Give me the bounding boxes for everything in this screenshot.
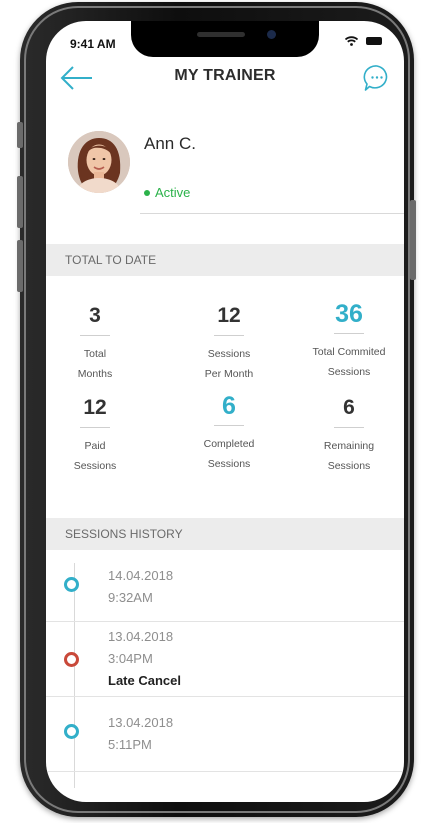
trainer-name: Ann C. [144,134,196,153]
section-header-history: SESSIONS HISTORY [46,518,404,550]
stat-underline [334,333,364,334]
stat-remaining-sessions: 6 Remaining Sessions [294,395,404,476]
status-time: 9:41 AM [70,37,116,51]
power-button [410,200,416,280]
stat-completed-sessions: 6 Completed Sessions [174,393,284,474]
stat-label-line1: Total [83,348,107,360]
wifi-icon [345,36,358,46]
stat-label-line1: Completed [203,438,255,450]
stat-label-line1: Total Commited [312,346,386,358]
stat-label-line2: Months [77,368,113,380]
status-badge: Active [144,185,190,200]
notch [131,21,319,57]
stat-value: 12 [217,304,241,327]
stat-value: 6 [343,396,355,419]
stat-label-line2: Sessions [73,460,117,472]
stat-underline [214,425,244,426]
trainer-profile[interactable]: Ann C. Active [46,121,404,219]
chat-bubble-icon[interactable] [362,63,392,93]
stat-underline [80,427,110,428]
stat-underline [334,427,364,428]
stat-value: 3 [89,304,101,327]
status-icons [345,36,382,46]
session-status-circle-icon [64,652,79,667]
session-row[interactable]: 14.04.2018 9:32AM [46,550,404,622]
mute-switch [17,122,23,148]
session-time: 3:04PM [108,651,153,666]
stat-value: 12 [83,396,107,419]
phone-screen: 9:41 AM MY TRAINER Ann C. Active TOTAL T… [46,21,404,802]
session-note: Late Cancel [108,673,181,688]
stat-underline [214,335,244,336]
front-camera [267,30,276,39]
stat-value: 36 [335,300,363,328]
active-dot-icon [144,189,150,196]
session-status-circle-icon [64,577,79,592]
session-time: 5:11PM [108,737,152,752]
stat-underline [80,335,110,336]
session-row[interactable]: 13.04.2018 5:11PM [46,697,404,771]
stat-label-line1: Remaining [323,440,375,452]
page-title: MY TRAINER [174,67,276,84]
volume-down-button [17,240,23,292]
stat-label-line2: Sessions [207,458,251,470]
stat-paid-sessions: 12 Paid Sessions [46,395,150,476]
stat-label-line2: Per Month [204,368,254,380]
stat-label-line2: Sessions [327,460,371,472]
stat-label-line1: Sessions [207,348,251,360]
session-row[interactable]: 13.04.2018 3:04PM Late Cancel [46,622,404,696]
battery-icon [366,37,382,45]
stat-total-commited-sessions: 36 Total Commited Sessions [294,301,404,382]
profile-divider [140,213,404,214]
stat-label-line2: Sessions [327,366,371,378]
speaker [197,32,245,37]
stat-total-months: 3 Total Months [46,303,150,384]
stat-value: 6 [222,392,236,420]
nav-bar: MY TRAINER [46,61,404,97]
session-status-circle-icon [64,724,79,739]
status-text: Active [155,185,191,200]
avatar [68,131,130,193]
section-header-totals: TOTAL TO DATE [46,244,404,276]
row-divider [46,771,404,772]
session-time: 9:32AM [108,590,153,605]
session-date: 13.04.2018 [108,715,174,730]
session-date: 13.04.2018 [108,629,174,644]
avatar-portrait-icon [68,131,130,193]
stat-sessions-per-month: 12 Sessions Per Month [174,303,284,384]
session-date: 14.04.2018 [108,568,174,583]
stat-label-line1: Paid [84,440,106,452]
volume-up-button [17,176,23,228]
